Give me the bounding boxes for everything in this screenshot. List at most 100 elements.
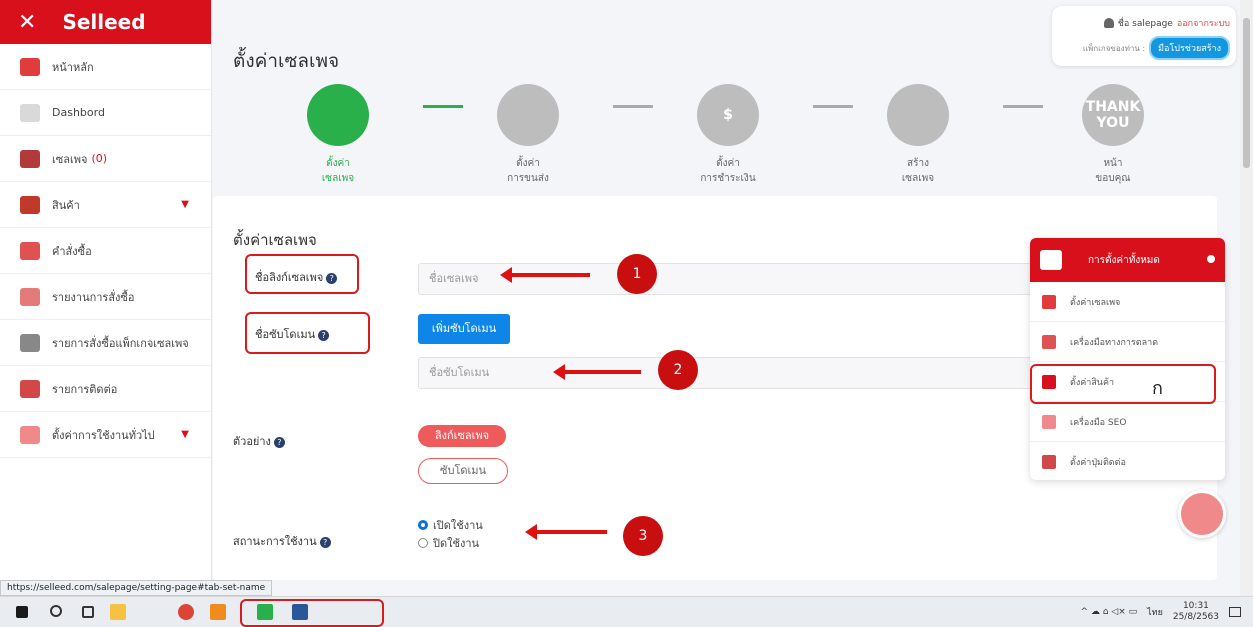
setup-step-label: หน้า ขอบคุณ [1063,156,1163,186]
seo-icon [1042,414,1056,429]
settings-panel-item[interactable]: เครื่องมือ SEO [1030,402,1225,442]
search-icon[interactable] [50,605,62,617]
help-icon[interactable]: ? [273,436,285,448]
status-label-text: สถานะการใช้งาน [233,535,317,548]
settings-panel-item-label: เครื่องมือ SEO [1070,417,1127,428]
user-name: ชื่อ salepage [1117,19,1173,29]
settings-panel: การตั้งค่าทั้งหมด ตั้งค่าเซลเพจเครื่องมื… [1030,238,1225,480]
windows-start-icon[interactable] [16,606,28,618]
step-line1: สร้าง [907,158,929,169]
setup-step[interactable]: THANK YOU หน้า ขอบคุณ [1063,84,1163,186]
settings-panel-item-label: ตั้งค่าเซลเพจ [1070,297,1121,308]
sidebar-item-label: สินค้า [52,198,80,212]
example-link-pill[interactable]: ลิงก์เซลเพจ [418,425,506,447]
settings-panel-item[interactable]: ตั้งค่าปุ่มติดต่อ [1030,442,1225,480]
clock-date: 25/8/2563 [1172,612,1219,622]
thank-you-icon: THANK YOU [1082,84,1144,146]
close-icon[interactable]: ✕ [18,10,36,35]
settings-icon [20,425,40,444]
sidebar-item[interactable]: รายงานการสั่งซื้อ [0,274,211,320]
page-title: ตั้งค่าเซลเพจ [233,50,340,72]
brand-logo[interactable]: Selleed [62,10,145,34]
chevron-down-icon[interactable]: ▼ [181,429,189,440]
settings-panel-title: การตั้งค่าทั้งหมด [1088,254,1160,266]
report-icon [20,287,40,306]
app-icon[interactable] [210,604,226,620]
annotation-2: 2 [658,350,698,390]
status-off-radio[interactable]: ปิดใช้งาน [418,534,479,552]
user-box: ชื่อ salepage ออกจากระบบ แพ็กเกจของท่าน … [1052,6,1236,66]
example-label: ตัวอย่าง? [233,432,285,450]
status-label: สถานะการใช้งาน? [233,532,331,550]
highlight-box-product-settings [1030,364,1216,404]
sidebar-item[interactable]: คำสั่งซื้อ [0,228,211,274]
setup-step[interactable]: สร้าง เซลเพจ [868,84,968,186]
sidebar: ✕ Selleed หน้าหลัก Dashbord เซลเพจ (0) สินค้… [0,0,212,596]
sidebar-item-label: รายการสั่งซื้อแพ็กเกจเซลเพจ [52,336,189,350]
sidebar-item[interactable]: สินค้า ▼ [0,182,211,228]
setup-step[interactable]: ตั้งค่า การขนส่ง [478,84,578,186]
step-line1: ตั้งค่า [716,158,740,169]
settings-panel-item[interactable]: ตั้งค่าเซลเพจ [1030,282,1225,322]
subdomain-input[interactable]: ชื่อซับโดเมน [418,357,1038,389]
step-connector [1003,105,1043,108]
sidebar-item[interactable]: รายการติดต่อ [0,366,211,412]
package-icon [20,333,40,352]
setup-step-label: ตั้งค่าเซลเพจ [288,156,388,186]
chrome-icon[interactable] [178,604,194,620]
sidebar-item-label: เซลเพจ [52,152,88,166]
radio-checked-icon [418,520,428,530]
salepage-icon [20,149,40,168]
settings-icon [1040,250,1062,270]
language-indicator[interactable]: ไทย [1147,605,1163,619]
cart-icon [1042,334,1056,349]
step-connector [423,105,463,108]
sidebar-item-count: (0) [91,152,108,165]
settings-panel-item[interactable]: เครื่องมือทางการตลาด [1030,322,1225,362]
monitor-icon [887,84,949,146]
store-icon [307,84,369,146]
help-icon[interactable]: ? [319,536,331,548]
settings-panel-item-label: เครื่องมือทางการตลาด [1070,337,1159,348]
user-icon [1103,18,1114,28]
setup-step[interactable]: $ ตั้งค่า การชำระเงิน [678,84,778,186]
status-on-label: เปิดใช้งาน [433,519,483,532]
tray-icons[interactable]: ^ ☁ ⌂ ◁× ▭ [1080,607,1137,617]
vertical-scrollbar[interactable] [1240,0,1253,596]
status-on-radio[interactable]: เปิดใช้งาน [418,516,483,534]
pro-help-button[interactable]: มือโปรช่วยสร้าง [1149,36,1230,60]
file-explorer-icon[interactable] [110,604,126,620]
chevron-down-icon[interactable]: ▼ [181,199,189,210]
sidebar-item[interactable]: หน้าหลัก [0,44,211,90]
arrow-left-icon [500,267,590,283]
package-label: แพ็กเกจของท่าน : [1082,43,1146,53]
subdomain-label: ชื่อซับโดเมน? [255,325,330,343]
sidebar-item[interactable]: เซลเพจ (0) [0,136,211,182]
truck-icon [497,84,559,146]
clock[interactable]: 10:31 25/8/2563 [1173,601,1219,623]
annotation-mark: ก [1152,378,1163,399]
step-line1: ตั้งค่า [326,158,350,169]
dashboard-icon [20,103,40,122]
settings-fab-button[interactable] [1178,490,1226,538]
sidebar-item[interactable]: รายการสั่งซื้อแพ็กเกจเซลเพจ [0,320,211,366]
sidebar-item[interactable]: ตั้งค่าการใช้งานทั่วไป ▼ [0,412,211,458]
step-line1: ตั้งค่า [516,158,540,169]
setup-step[interactable]: ตั้งค่าเซลเพจ [288,84,388,186]
order-icon [20,241,40,260]
example-subdomain-pill[interactable]: ซับโดเมน [418,458,508,484]
close-icon[interactable] [1207,255,1215,263]
step-line2: เซลเพจ [321,173,355,184]
add-subdomain-button[interactable]: เพิ่มซับโดเมน [418,314,510,344]
logout-link[interactable]: ออกจากระบบ [1177,16,1230,30]
sidebar-item[interactable]: Dashbord [0,90,211,136]
sidebar-item-label: Dashbord [52,106,105,119]
help-icon[interactable]: ? [326,272,338,284]
step-connector [613,105,653,108]
scrollbar-thumb[interactable] [1243,18,1250,168]
sidebar-item-label: หน้าหลัก [52,60,94,74]
help-icon[interactable]: ? [318,329,330,341]
sidebar-item-label: รายงานการสั่งซื้อ [52,290,135,304]
notification-icon[interactable] [1229,607,1241,617]
task-view-icon[interactable] [82,606,94,618]
